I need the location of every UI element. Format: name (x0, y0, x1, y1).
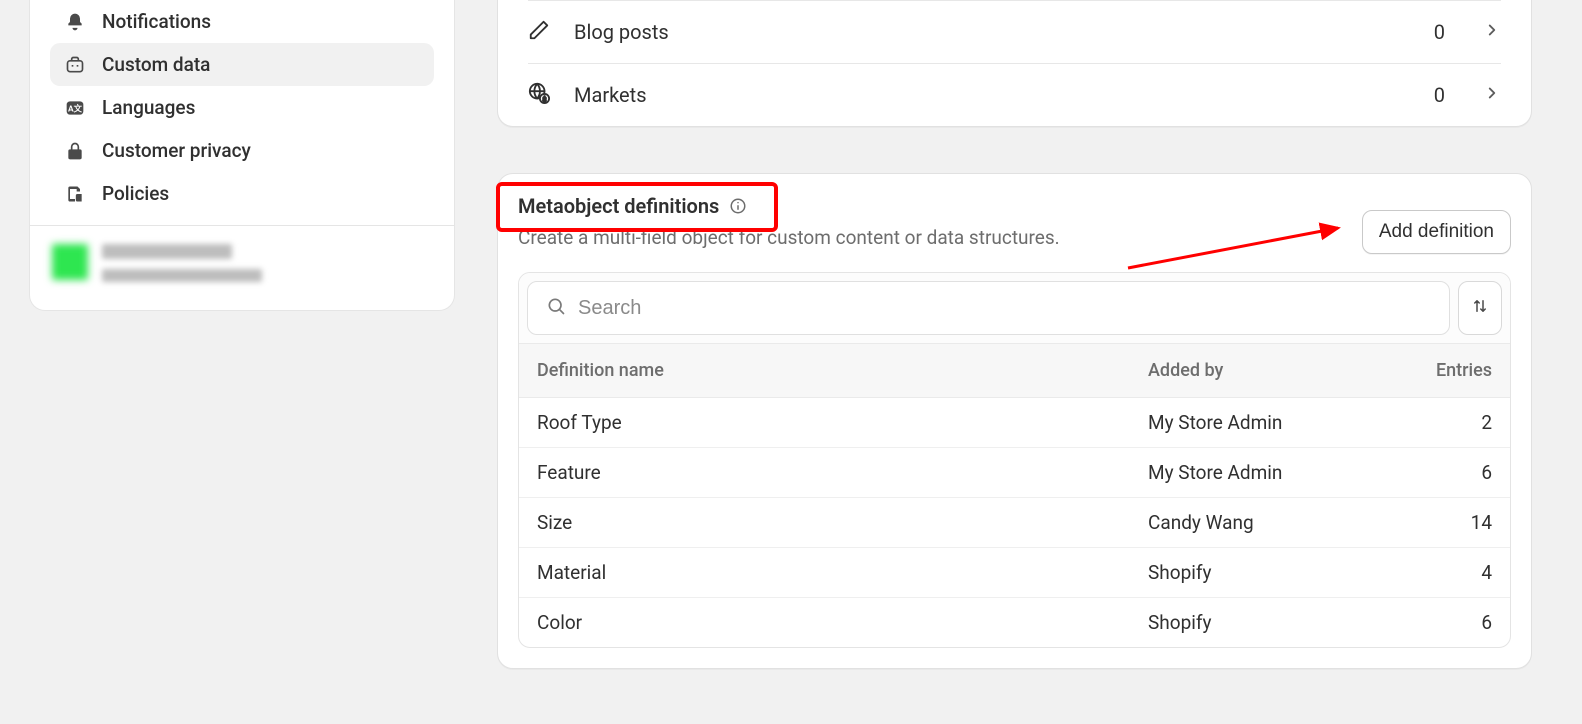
col-header-added-by[interactable]: Added by (1130, 344, 1390, 398)
custom-data-icon (64, 54, 86, 76)
list-row-blog-posts[interactable]: Blog posts 0 (528, 0, 1501, 63)
cell-entries: 4 (1390, 548, 1510, 598)
avatar (52, 244, 88, 280)
search-input[interactable] (578, 297, 1431, 320)
search-icon (546, 296, 566, 320)
svg-text:A文: A文 (68, 103, 83, 114)
sidebar-item-label: Customer privacy (102, 139, 251, 162)
chevron-right-icon (1483, 21, 1501, 43)
add-definition-button[interactable]: Add definition (1362, 210, 1511, 254)
cell-name: Feature (519, 448, 1130, 498)
cell-entries: 6 (1390, 598, 1510, 648)
main-content: Blog posts 0 $ Markets 0 (497, 0, 1532, 669)
cell-entries: 2 (1390, 398, 1510, 448)
globe-money-icon: $ (528, 82, 550, 108)
sidebar-item-label: Policies (102, 182, 169, 205)
metaobject-definitions-card: Metaobject definitions Create a multi-fi… (497, 173, 1532, 669)
cell-name: Color (519, 598, 1130, 648)
cell-added-by: My Store Admin (1130, 448, 1390, 498)
table-toolbar (519, 273, 1510, 343)
sidebar-account-footer[interactable] (30, 225, 454, 310)
svg-text:$: $ (543, 95, 547, 103)
table-row[interactable]: Material Shopify 4 (519, 548, 1510, 598)
languages-icon: A文 (64, 97, 86, 119)
list-row-count: 0 (1434, 20, 1445, 44)
metafield-definitions-card: Blog posts 0 $ Markets 0 (497, 0, 1532, 127)
metafield-definitions-list: Blog posts 0 $ Markets 0 (498, 0, 1531, 126)
cell-entries: 6 (1390, 448, 1510, 498)
definitions-table: Definition name Added by Entries Roof Ty… (519, 343, 1510, 647)
sort-icon (1471, 297, 1489, 319)
cell-added-by: My Store Admin (1130, 398, 1390, 448)
list-row-label: Markets (574, 83, 1410, 107)
sidebar-item-policies[interactable]: Policies (50, 172, 434, 215)
cell-name: Roof Type (519, 398, 1130, 448)
col-header-name[interactable]: Definition name (519, 344, 1130, 398)
col-header-entries[interactable]: Entries (1390, 344, 1510, 398)
info-icon[interactable] (729, 197, 747, 215)
search-field[interactable] (527, 281, 1450, 335)
sidebar-item-languages[interactable]: A文 Languages (50, 86, 434, 129)
account-text-redacted (102, 244, 262, 282)
section-subtitle: Create a multi-field object for custom c… (518, 226, 1362, 249)
cell-added-by: Shopify (1130, 598, 1390, 648)
sidebar-item-custom-data[interactable]: Custom data (50, 43, 434, 86)
definitions-table-container: Definition name Added by Entries Roof Ty… (518, 272, 1511, 648)
section-title: Metaobject definitions (518, 194, 747, 218)
table-row[interactable]: Roof Type My Store Admin 2 (519, 398, 1510, 448)
pencil-icon (528, 19, 550, 45)
settings-sidebar: Notifications Custom data A文 Languages C… (29, 0, 455, 311)
table-row[interactable]: Size Candy Wang 14 (519, 498, 1510, 548)
cell-added-by: Shopify (1130, 548, 1390, 598)
sidebar-item-label: Notifications (102, 10, 211, 33)
cell-name: Material (519, 548, 1130, 598)
sort-button[interactable] (1458, 281, 1502, 335)
policies-icon (64, 183, 86, 205)
sidebar-item-customer-privacy[interactable]: Customer privacy (50, 129, 434, 172)
bell-icon (64, 11, 86, 33)
list-row-label: Blog posts (574, 20, 1410, 44)
section-title-text: Metaobject definitions (518, 194, 719, 218)
cell-entries: 14 (1390, 498, 1510, 548)
chevron-right-icon (1483, 84, 1501, 106)
sidebar-item-label: Languages (102, 96, 195, 119)
sidebar-item-notifications[interactable]: Notifications (50, 0, 434, 43)
table-row[interactable]: Color Shopify 6 (519, 598, 1510, 648)
lock-icon (64, 140, 86, 162)
sidebar-nav: Notifications Custom data A文 Languages C… (30, 0, 454, 225)
metaobject-header: Metaobject definitions Create a multi-fi… (498, 194, 1531, 272)
sidebar-item-label: Custom data (102, 53, 210, 76)
cell-added-by: Candy Wang (1130, 498, 1390, 548)
list-row-count: 0 (1434, 83, 1445, 107)
table-row[interactable]: Feature My Store Admin 6 (519, 448, 1510, 498)
cell-name: Size (519, 498, 1130, 548)
list-row-markets[interactable]: $ Markets 0 (528, 63, 1501, 126)
